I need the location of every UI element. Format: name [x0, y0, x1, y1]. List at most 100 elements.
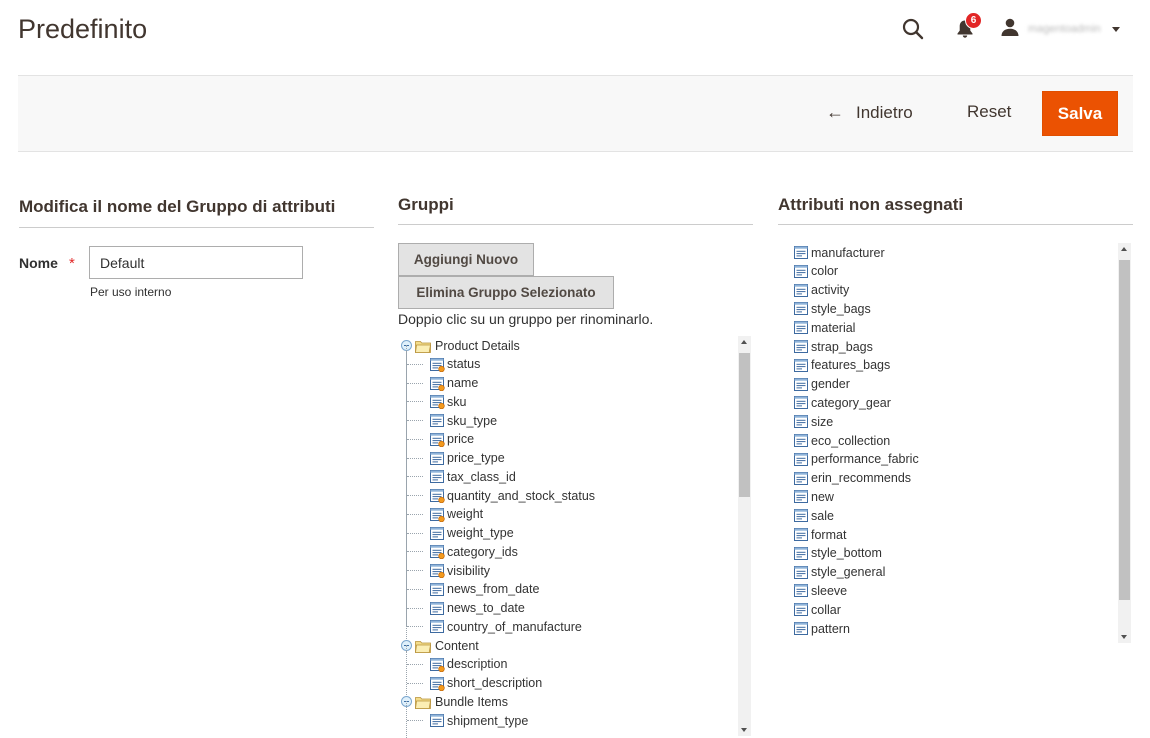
save-button[interactable]: Salva	[1042, 91, 1118, 136]
folder-open-icon	[415, 339, 431, 353]
attribute-name-label: style_bags	[811, 301, 871, 316]
groups-tree-scrollbar[interactable]	[738, 336, 751, 736]
attribute-icon	[430, 601, 445, 616]
attribute-icon	[794, 508, 809, 523]
unassigned-attribute-item[interactable]: new	[794, 487, 834, 506]
unassigned-attribute-item[interactable]: manufacturer	[794, 243, 885, 262]
system-attribute-icon	[430, 488, 445, 503]
group-attribute-item[interactable]: short_description	[430, 674, 542, 693]
unassigned-attribute-item[interactable]: strap_bags	[794, 337, 873, 356]
unassigned-attribute-item[interactable]: format	[794, 525, 846, 544]
group-attribute-item[interactable]: news_to_date	[430, 599, 525, 618]
unassigned-attributes-list[interactable]: manufacturer color activity style_bagsmater…	[786, 243, 1133, 643]
unassigned-attribute-item[interactable]: style_bottom	[794, 544, 882, 563]
page-actions-bar: ← Indietro Reset Salva	[18, 75, 1133, 152]
unassigned-list-scrollbar[interactable]	[1118, 243, 1131, 643]
attribute-name-label: price	[447, 432, 475, 447]
unassigned-attribute-item[interactable]: pattern	[794, 619, 850, 638]
user-menu[interactable]: magentoadmin	[1000, 17, 1120, 42]
header-actions: 6 magentoadmin	[898, 12, 1120, 46]
unassigned-attribute-item[interactable]: size	[794, 412, 833, 431]
attribute-group-node[interactable]: Content	[401, 636, 479, 655]
back-button[interactable]: ← Indietro	[826, 102, 913, 123]
unassigned-attribute-item[interactable]: activity	[794, 281, 849, 300]
system-attribute-icon	[430, 676, 445, 691]
reset-button[interactable]: Reset	[967, 102, 1011, 122]
name-field-label: Nome	[19, 255, 58, 271]
group-attribute-item[interactable]: quantity_and_stock_status	[430, 486, 595, 505]
unassigned-attribute-item[interactable]: features_bags	[794, 356, 890, 375]
attribute-icon	[794, 583, 809, 598]
groups-tree-scroll-thumb[interactable]	[739, 353, 750, 497]
group-attribute-item[interactable]: description	[430, 655, 507, 674]
tree-connector-line	[407, 720, 423, 721]
attribute-icon	[794, 565, 809, 580]
unassigned-list-scroll-thumb[interactable]	[1119, 260, 1130, 600]
group-attribute-item[interactable]: shipment_type	[430, 711, 528, 730]
unassigned-attribute-item[interactable]: sale	[794, 506, 834, 525]
group-attribute-item[interactable]: price_type	[430, 449, 505, 468]
unassigned-attribute-item[interactable]: erin_recommends	[794, 469, 911, 488]
chevron-down-icon	[1112, 26, 1120, 32]
unassigned-attribute-item[interactable]: color	[794, 262, 838, 281]
attribute-name-label: sku	[447, 394, 467, 409]
attribute-name-label: pattern	[811, 621, 850, 636]
attribute-name-label: name	[447, 376, 479, 390]
scroll-up-icon	[741, 340, 747, 344]
tree-connector-line	[407, 626, 423, 628]
unassigned-attribute-item[interactable]: performance_fabric	[794, 450, 919, 469]
user-avatar-icon	[1000, 17, 1020, 42]
group-attribute-item[interactable]: country_of_manufacture	[430, 617, 582, 636]
notifications-bell-icon[interactable]: 6	[950, 12, 982, 44]
system-attribute-icon	[430, 544, 445, 560]
add-new-group-button[interactable]: Aggiungi Nuovo	[398, 243, 534, 276]
attribute-icon	[794, 358, 809, 373]
search-icon[interactable]	[898, 14, 928, 44]
group-name-input[interactable]	[89, 246, 303, 279]
group-attribute-item[interactable]: weight_type	[430, 524, 514, 543]
tree-connector-line	[407, 570, 423, 571]
group-attribute-item[interactable]: name	[430, 374, 478, 393]
group-attribute-item[interactable]: price	[430, 430, 474, 449]
attribute-group-node[interactable]: Product Details	[401, 336, 520, 355]
group-name-label: Product Details	[435, 338, 520, 353]
unassigned-attribute-item[interactable]: material	[794, 318, 855, 337]
attribute-name-label: sleeve	[811, 583, 848, 598]
unassigned-attribute-item[interactable]: category_gear	[794, 393, 891, 412]
group-name-label: Content	[435, 638, 479, 653]
attribute-icon	[794, 414, 809, 429]
groups-section-title: Gruppi	[398, 195, 454, 214]
unassigned-attribute-item[interactable]: style_bags	[794, 299, 871, 318]
unassigned-attribute-item[interactable]: gender	[794, 375, 850, 394]
delete-selected-group-button[interactable]: Elimina Gruppo Selezionato	[398, 276, 614, 309]
attribute-icon	[794, 301, 809, 316]
group-attribute-item[interactable]: news_from_date	[430, 580, 539, 599]
group-attribute-item[interactable]: sku_type	[430, 411, 497, 430]
groups-tree[interactable]: Product Details status name sku sku_typepric…	[398, 336, 753, 738]
attribute-name-label: manufacturer	[811, 245, 885, 260]
attribute-name-label: sale	[811, 508, 834, 523]
group-attribute-item[interactable]: sku	[430, 392, 466, 411]
unassigned-attribute-item[interactable]: collar	[794, 600, 841, 619]
group-attribute-item[interactable]: tax_class_id	[430, 467, 516, 486]
unassigned-attribute-item[interactable]: eco_collection	[794, 431, 890, 450]
attribute-name-label: style_general	[811, 565, 886, 580]
tree-connector-line	[407, 476, 423, 478]
tree-connector-line	[407, 513, 423, 515]
unassigned-attribute-item[interactable]: style_general	[794, 563, 885, 582]
tree-connector-line	[407, 420, 423, 421]
group-attribute-item[interactable]: category_ids	[430, 542, 518, 561]
attribute-icon	[794, 546, 809, 561]
attribute-name-label: weight	[447, 507, 484, 522]
scroll-down-icon	[741, 728, 747, 732]
group-attribute-item[interactable]: visibility	[430, 561, 490, 580]
required-mark: *	[69, 255, 75, 272]
unassigned-attribute-item[interactable]: sleeve	[794, 581, 847, 600]
system-attribute-icon	[430, 432, 445, 447]
tree-connector-line	[407, 401, 423, 403]
group-attribute-item[interactable]: status	[430, 355, 480, 374]
tree-connector-line	[407, 382, 423, 384]
attribute-icon	[794, 527, 809, 542]
group-attribute-item[interactable]: weight	[430, 505, 483, 524]
attribute-group-node[interactable]: Bundle Items	[401, 692, 508, 711]
